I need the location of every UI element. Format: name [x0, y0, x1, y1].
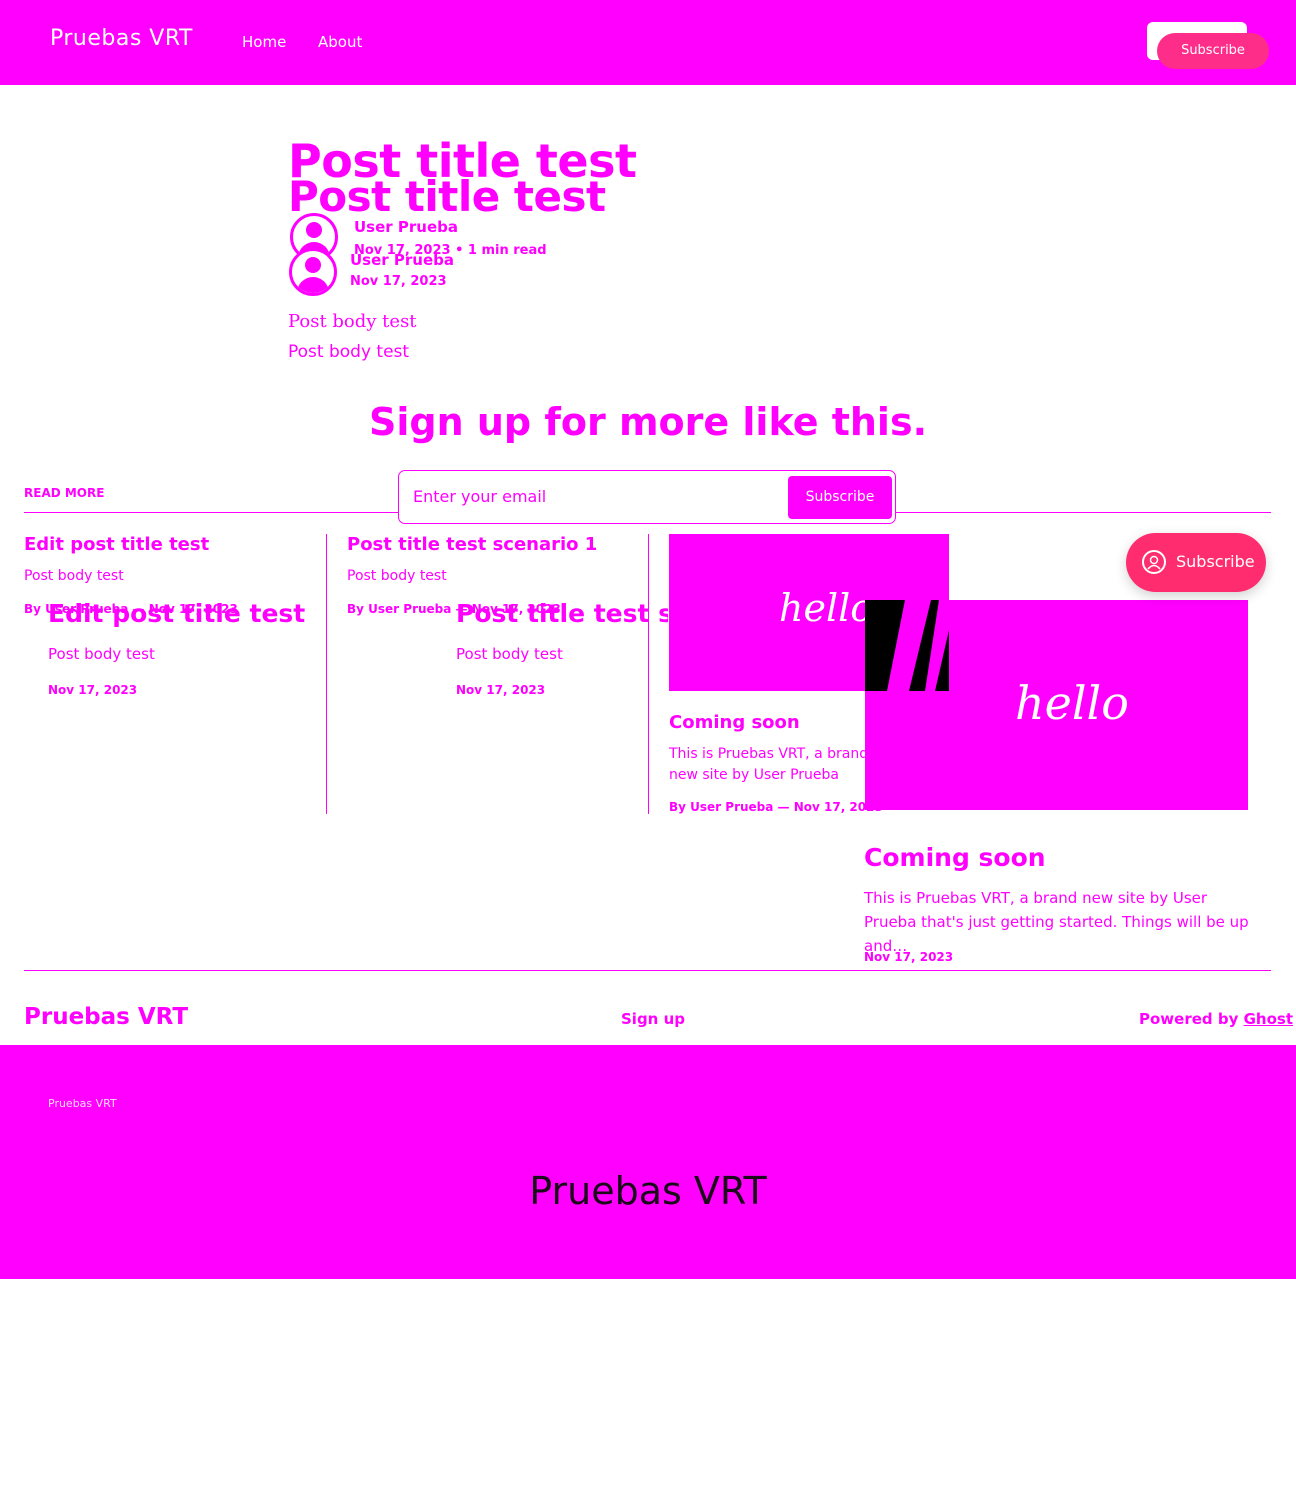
avatar-head-shape [305, 257, 321, 273]
overlay-card-body: This is Pruebas VRT, a brand new site by… [864, 889, 1249, 955]
overlay-card-date: Nov 17, 2023 [48, 683, 138, 697]
footer-divider [24, 970, 1271, 971]
band-site-name: Pruebas VRT [48, 1097, 117, 1110]
column-divider [326, 534, 327, 814]
signup-form: Enter your email Subscribe [398, 470, 896, 524]
card-image-text: hello [779, 586, 874, 630]
post-date: Nov 17, 2023 [350, 274, 447, 289]
nav-home[interactable]: Home [242, 33, 286, 51]
band-site-title: Pruebas VRT [529, 1169, 767, 1213]
portal-subscribe-label: Subscribe [1176, 552, 1255, 571]
avatar-head-shape [306, 222, 322, 238]
site-logo[interactable]: Pruebas VRT [50, 26, 193, 51]
footer-signup-link[interactable]: Sign up [621, 1010, 685, 1028]
card-body: Post body test [24, 568, 124, 584]
overlay-card-title[interactable]: Post title test scenario 1 [456, 599, 668, 628]
author-avatar-duplicate[interactable] [289, 248, 337, 296]
site-header: Pruebas VRT Home About Subscribe [0, 0, 1296, 85]
author-name-duplicate[interactable]: User Prueba [350, 251, 454, 269]
overlay-card-body: Post body test [456, 645, 563, 663]
powered-by-text: Powered by [1139, 1010, 1244, 1028]
card-title[interactable]: Post title test scenario 1 [347, 534, 597, 555]
overlay-card-title[interactable]: Edit post title test [48, 599, 305, 628]
glitch-stroke-graphic [887, 600, 949, 691]
email-input[interactable]: Enter your email [413, 487, 546, 506]
overlay-card-title[interactable]: Coming soon [864, 843, 1046, 872]
nav-about[interactable]: About [318, 33, 362, 51]
card-image-text: hello [1015, 676, 1129, 730]
column-divider [648, 534, 649, 814]
footer-logo[interactable]: Pruebas VRT [24, 1004, 188, 1030]
card-body: Post body test [347, 568, 447, 584]
post-body-duplicate: Post body test [288, 342, 410, 362]
post-title-duplicate: Post title test [288, 172, 606, 221]
powered-by: Powered by Ghost [1139, 1010, 1293, 1028]
overlay-card-body: Post body test [48, 645, 155, 663]
image-glitch-patch [865, 600, 949, 691]
card-meta: By User Prueba — Nov 17, 2023 [669, 800, 883, 814]
signup-title: Sign up for more like this. [368, 400, 927, 444]
overlay-card-date: Nov 17, 2023 [864, 950, 954, 964]
author-name[interactable]: User Prueba [354, 218, 458, 236]
footer-band: Pruebas VRT Pruebas VRT [0, 1045, 1296, 1279]
signup-subscribe-button[interactable]: Subscribe [788, 476, 892, 519]
card-body: This is Pruebas VRT, a brand new site by… [669, 746, 869, 783]
header-subscribe-button[interactable]: Subscribe [1157, 33, 1269, 69]
read-more-label: READ MORE [24, 486, 105, 500]
card-title[interactable]: Edit post title test [24, 534, 209, 555]
user-circle-icon [1142, 550, 1166, 574]
avatar-body-shape [297, 277, 329, 293]
card-title[interactable]: Coming soon [669, 712, 800, 733]
post-body: Post body test [288, 311, 417, 332]
ghost-link[interactable]: Ghost [1244, 1010, 1293, 1028]
portal-subscribe-button[interactable]: Subscribe [1126, 533, 1266, 592]
overlay-card-date: Nov 17, 2023 [456, 683, 546, 697]
